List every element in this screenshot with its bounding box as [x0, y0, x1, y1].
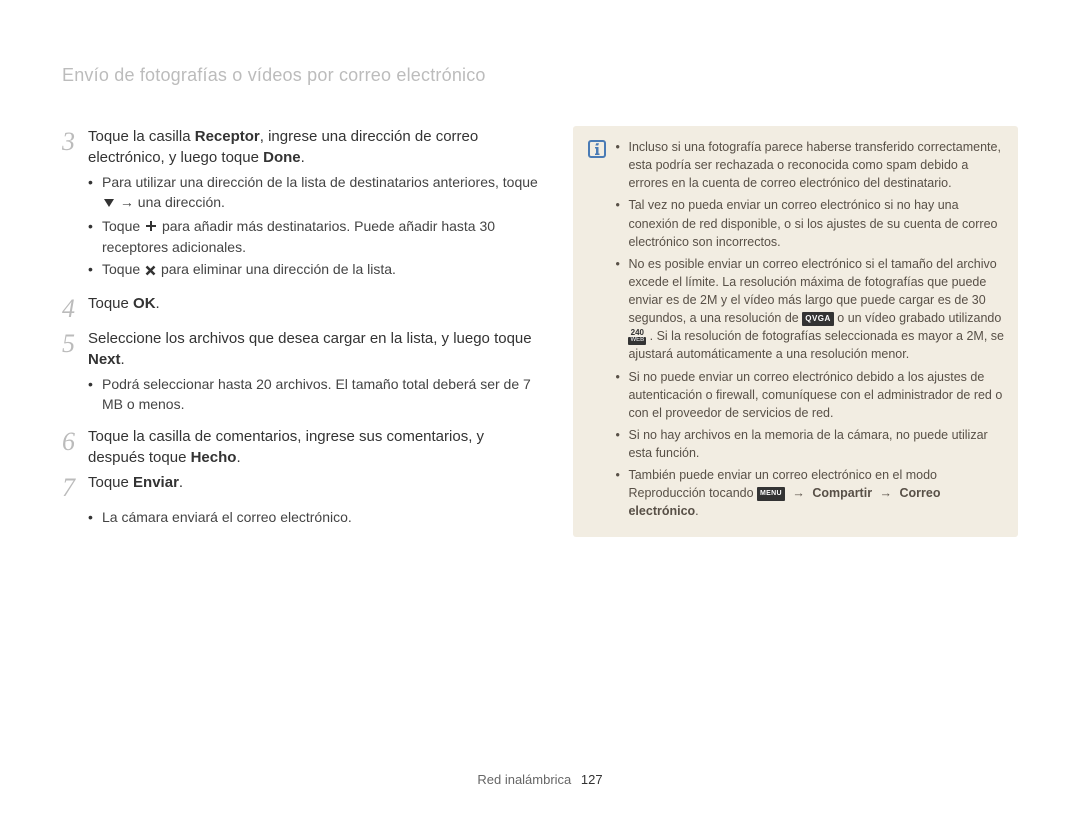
list-item: Podrá seleccionar hasta 20 archivos. El … [88, 374, 541, 415]
arrow: → [876, 486, 895, 500]
video-240-badge-icon: 240 WEB [628, 329, 646, 345]
text: Toque [88, 295, 133, 312]
info-item: Tal vez no pueda enviar un correo electr… [615, 196, 1004, 250]
step-text: Seleccione los archivos que desea cargar… [88, 328, 541, 370]
info-item: Incluso si una fotografía parece haberse… [615, 138, 1004, 192]
step-number: 7 [62, 472, 88, 503]
text: → una dirección. [120, 194, 225, 210]
right-column: Incluso si una fotografía parece haberse… [573, 126, 1018, 539]
section-title: Envío de fotografías o vídeos por correo… [62, 65, 1018, 86]
badge-top: 240 [628, 329, 646, 337]
text: Toque la casilla [88, 128, 195, 145]
bold-receptor: Receptor [195, 128, 260, 145]
info-icon [588, 140, 606, 158]
list-item: Toque para eliminar una dirección de la … [88, 259, 541, 280]
step-number: 5 [62, 328, 88, 359]
step-text: Toque la casilla de comentarios, ingrese… [88, 426, 541, 468]
text: . [236, 449, 240, 466]
text: . [301, 149, 305, 166]
info-item: Si no puede enviar un correo electrónico… [615, 368, 1004, 422]
text: . [695, 504, 698, 518]
qvga-badge-icon: QVGA [802, 312, 834, 326]
step-6: 6 Toque la casilla de comentarios, ingre… [62, 426, 541, 468]
step-7: 7 Toque Enviar. [62, 472, 541, 503]
step-5-bullets: Podrá seleccionar hasta 20 archivos. El … [62, 374, 541, 415]
step-text: Toque la casilla Receptor, ingrese una d… [88, 126, 541, 168]
page-number: 127 [581, 772, 603, 787]
triangle-down-icon [103, 193, 115, 213]
text: . [121, 351, 125, 368]
list-item: La cámara enviará el correo electrónico. [88, 507, 541, 527]
bold-hecho: Hecho [191, 449, 237, 466]
info-icon-wrap [585, 138, 609, 158]
left-column: 3 Toque la casilla Receptor, ingrese una… [62, 126, 541, 539]
text: Toque la casilla de comentarios, ingrese… [88, 428, 484, 466]
footer: Red inalámbrica 127 [0, 772, 1080, 787]
text: Para utilizar una dirección de la lista … [102, 174, 538, 190]
badge-bot: WEB [628, 337, 646, 345]
bold-ok: OK [133, 295, 156, 312]
text: . Si la resolución de fotografías selecc… [628, 329, 1004, 361]
text: . [156, 295, 160, 312]
text: Toque [102, 218, 144, 234]
bold-done: Done [263, 149, 301, 166]
two-column-layout: 3 Toque la casilla Receptor, ingrese una… [62, 126, 1018, 539]
bold-compartir: Compartir [812, 486, 872, 500]
text: para añadir más destinatarios. Puede aña… [102, 218, 495, 255]
text: para eliminar una dirección de la lista. [161, 261, 396, 277]
info-list: Incluso si una fotografía parece haberse… [609, 138, 1004, 525]
menu-badge-icon: MENU [757, 487, 785, 501]
step-text: Toque Enviar. [88, 472, 541, 493]
list-item: Para utilizar una dirección de la lista … [88, 172, 541, 214]
text: Toque [102, 261, 144, 277]
info-item: También puede enviar un correo electróni… [615, 466, 1004, 520]
text: o un vídeo grabado utilizando [837, 311, 1001, 325]
footer-label: Red inalámbrica [477, 772, 571, 787]
step-text: Toque OK. [88, 293, 541, 314]
page: Envío de fotografías o vídeos por correo… [0, 0, 1080, 815]
info-item: No es posible enviar un correo electróni… [615, 255, 1004, 364]
bold-next: Next [88, 351, 121, 368]
info-item: Si no hay archivos en la memoria de la c… [615, 426, 1004, 462]
text: . [179, 474, 183, 491]
step-4: 4 Toque OK. [62, 293, 541, 324]
step-number: 6 [62, 426, 88, 457]
step-3: 3 Toque la casilla Receptor, ingrese una… [62, 126, 541, 168]
step-7-bullets: La cámara enviará el correo electrónico. [62, 507, 541, 527]
step-number: 3 [62, 126, 88, 157]
text: Toque [88, 474, 133, 491]
step-number: 4 [62, 293, 88, 324]
step-5: 5 Seleccione los archivos que desea carg… [62, 328, 541, 370]
bold-enviar: Enviar [133, 474, 179, 491]
info-box: Incluso si una fotografía parece haberse… [573, 126, 1018, 537]
text: Seleccione los archivos que desea cargar… [88, 330, 532, 347]
list-item: Toque para añadir más destinatarios. Pue… [88, 216, 541, 258]
plus-icon [145, 217, 157, 237]
x-icon [145, 261, 156, 281]
step-3-bullets: Para utilizar una dirección de la lista … [62, 172, 541, 281]
arrow: → [792, 486, 808, 500]
